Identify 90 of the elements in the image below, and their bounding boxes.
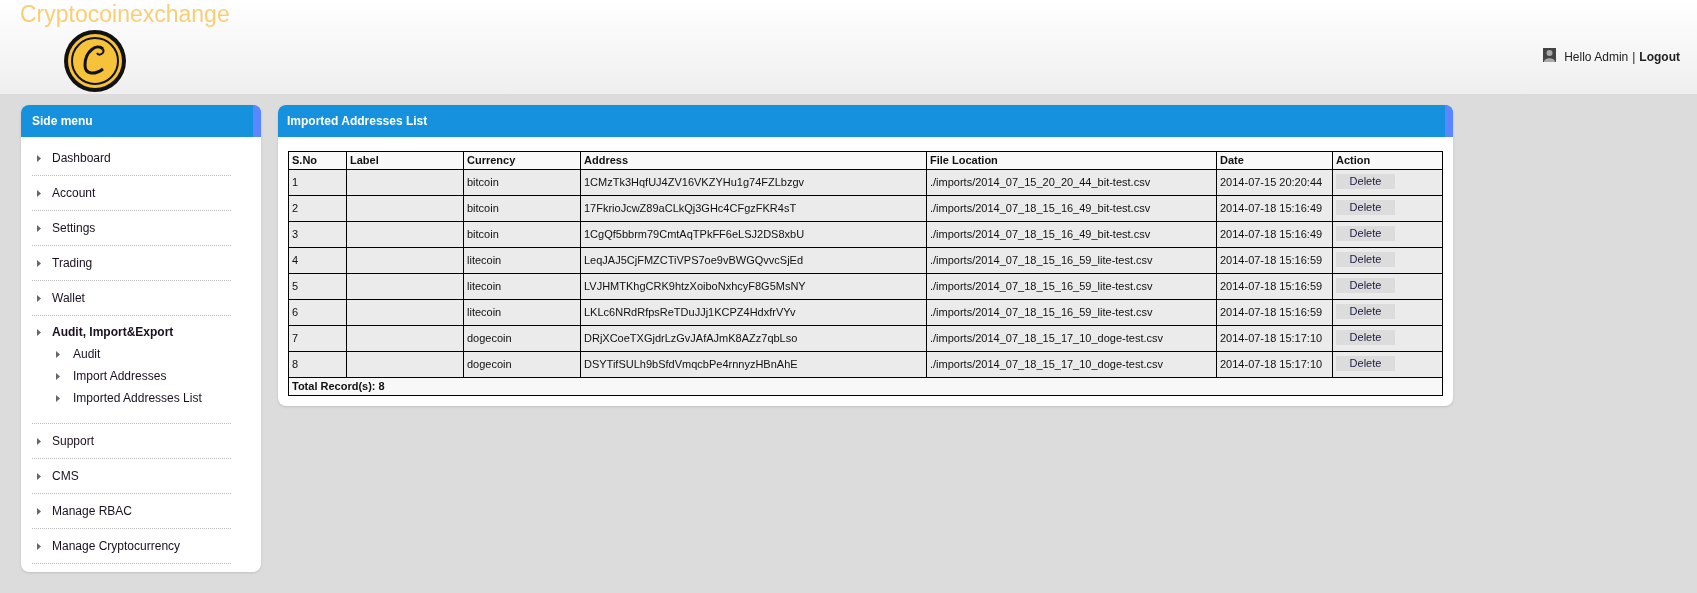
table-cell: ./imports/2014_07_18_15_17_10_doge-test.csv [926, 351, 1217, 377]
table-cell: DRjXCoeTXGjdrLzGvJAfAJmK8AZz7qbLso [580, 325, 927, 351]
table-cell: 5 [288, 273, 347, 299]
menu-item[interactable]: Account [32, 186, 231, 200]
logo-icon [63, 29, 127, 93]
table-cell: 4 [288, 247, 347, 273]
caret-icon [37, 542, 41, 550]
column-header: Address [580, 151, 927, 169]
table-cell: ./imports/2014_07_18_15_17_10_doge-test.csv [926, 325, 1217, 351]
panel-title: Imported Addresses List [278, 105, 1453, 137]
separator-text: | [1632, 49, 1636, 66]
delete-button[interactable]: Delete [1336, 225, 1395, 241]
caret-icon [37, 259, 41, 267]
table-cell: LVJHMTKhgCRK9htzXoiboNxhcyF8G5MsNY [580, 273, 927, 299]
table-cell: dogecoin [463, 325, 581, 351]
table-cell: 2 [288, 195, 347, 221]
table-cell: litecoin [463, 273, 581, 299]
table-cell: 2014-07-18 15:17:10 [1216, 351, 1333, 377]
caret-icon [37, 328, 41, 336]
side-menu-title: Side menu [21, 105, 261, 137]
column-header: Date [1216, 151, 1333, 169]
caret-icon [56, 372, 60, 380]
menu-item[interactable]: CMS [32, 469, 231, 483]
menu-item[interactable]: Manage Cryptocurrency [32, 539, 231, 553]
table-cell: 8 [288, 351, 347, 377]
caret-icon [37, 472, 41, 480]
menu-item[interactable]: Support [32, 434, 231, 448]
table-cell: 2014-07-18 15:17:10 [1216, 325, 1333, 351]
table-cell: 1CgQf5bbrm79CmtAqTPkFF6eLSJ2DS8xbU [580, 221, 927, 247]
caret-icon [37, 154, 41, 162]
submenu-item[interactable]: Imported Addresses List [32, 391, 231, 405]
table-cell: 1CMzTk3HqfUJ4ZV16VKZYHu1g74FZLbzgv [580, 169, 927, 195]
caret-icon [37, 224, 41, 232]
table-cell: ./imports/2014_07_15_20_20_44_bit-test.csv [926, 169, 1217, 195]
delete-button[interactable]: Delete [1336, 329, 1395, 345]
menu-item[interactable]: Dashboard [32, 151, 231, 165]
user-icon [1543, 48, 1557, 62]
table-cell: 2014-07-18 15:16:59 [1216, 299, 1333, 325]
menu-item[interactable]: Audit, Import&Export [32, 325, 231, 339]
menu-item[interactable]: Settings [32, 221, 231, 235]
table-cell: ./imports/2014_07_18_15_16_59_lite-test.csv [926, 299, 1217, 325]
table-cell: 3 [288, 221, 347, 247]
menu-item[interactable]: Trading [32, 256, 231, 270]
delete-button[interactable]: Delete [1336, 303, 1395, 319]
table-cell: LKLc6NRdRfpsReTDuJJj1KCPZ4HdxfrVYv [580, 299, 927, 325]
brand-title: Cryptocoinexchange [20, 0, 230, 28]
caret-icon [37, 507, 41, 515]
table-cell: 7 [288, 325, 347, 351]
table-cell: bitcoin [463, 221, 581, 247]
column-header: File Location [926, 151, 1217, 169]
logout-link[interactable]: Logout [1639, 48, 1680, 66]
caret-icon [56, 394, 60, 402]
submenu-item[interactable]: Import Addresses [32, 369, 231, 383]
table-cell: ./imports/2014_07_18_15_16_59_lite-test.csv [926, 247, 1217, 273]
table-cell: litecoin [463, 247, 581, 273]
table-cell: 6 [288, 299, 347, 325]
table-cell: dogecoin [463, 351, 581, 377]
table-cell: 2014-07-18 15:16:49 [1216, 195, 1333, 221]
column-header: Currency [463, 151, 581, 169]
submenu-item[interactable]: Audit [32, 347, 231, 361]
table-cell: bitcoin [463, 195, 581, 221]
table-cell: LeqJAJ5CjFMZCTiVPS7oe9vBWGQvvcSjEd [580, 247, 927, 273]
table-cell: 2014-07-18 15:16:59 [1216, 273, 1333, 299]
caret-icon [56, 350, 60, 358]
caret-icon [37, 294, 41, 302]
caret-icon [37, 189, 41, 197]
caret-icon [37, 437, 41, 445]
table-cell: ./imports/2014_07_18_15_16_49_bit-test.csv [926, 195, 1217, 221]
delete-button[interactable]: Delete [1336, 251, 1395, 267]
delete-button[interactable]: Delete [1336, 173, 1395, 189]
total-records-text: Total Record(s): 8 [292, 379, 385, 392]
column-header: Label [346, 151, 464, 169]
table-cell: litecoin [463, 299, 581, 325]
table-cell: 1 [288, 169, 347, 195]
column-header: Action [1332, 151, 1443, 169]
table-cell: DSYTifSULh9bSfdVmqcbPe4rnnyzHBnAhE [580, 351, 927, 377]
delete-button[interactable]: Delete [1336, 355, 1395, 371]
column-header: S.No [288, 151, 347, 169]
greeting-text: Hello Admin [1564, 49, 1629, 66]
table-cell: ./imports/2014_07_18_15_16_59_lite-test.csv [926, 273, 1217, 299]
delete-button[interactable]: Delete [1336, 199, 1395, 215]
menu-item[interactable]: Wallet [32, 291, 231, 305]
table-cell: 2014-07-18 15:16:49 [1216, 221, 1333, 247]
table-cell: bitcoin [463, 169, 581, 195]
table-cell: 17FkrioJcwZ89aCLkQj3GHc4CFgzFKR4sT [580, 195, 927, 221]
table-cell: 2014-07-18 15:16:59 [1216, 247, 1333, 273]
table-cell: 2014-07-15 20:20:44 [1216, 169, 1333, 195]
table-cell: ./imports/2014_07_18_15_16_49_bit-test.csv [926, 221, 1217, 247]
delete-button[interactable]: Delete [1336, 277, 1395, 293]
menu-item[interactable]: Manage RBAC [32, 504, 231, 518]
